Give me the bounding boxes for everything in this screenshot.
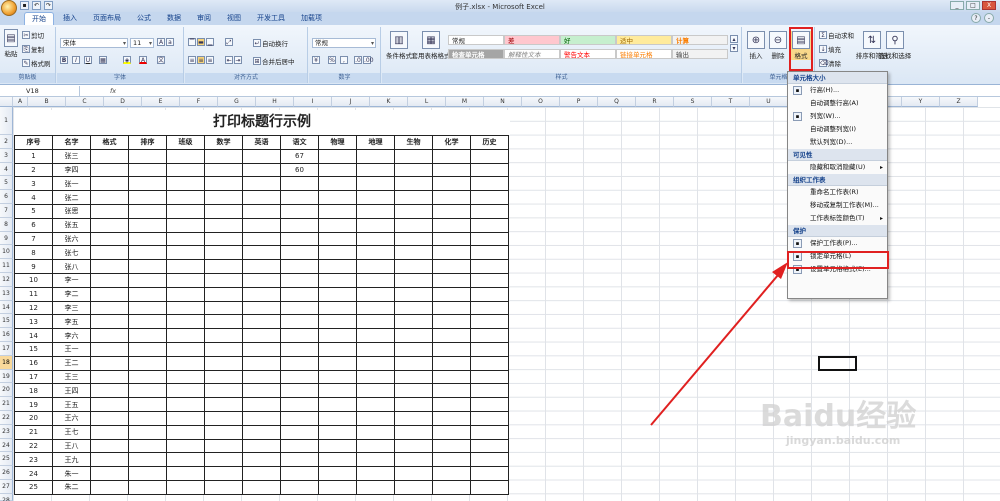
watermark-logo-text: Baidu经验 xyxy=(760,399,917,434)
arrow-head xyxy=(772,262,788,279)
baidu-watermark: Baidu经验 jingyan.baidu.com xyxy=(760,400,916,448)
watermark-url: jingyan.baidu.com xyxy=(786,434,901,447)
